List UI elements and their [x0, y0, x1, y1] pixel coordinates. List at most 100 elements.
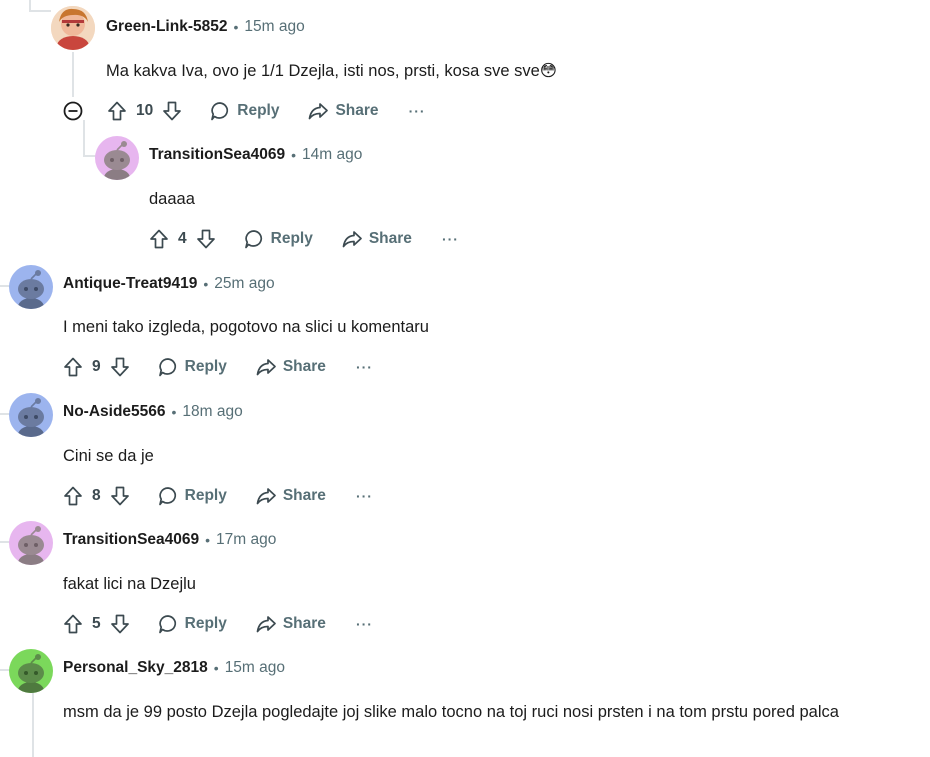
username[interactable]: TransitionSea4069 [63, 531, 199, 549]
comment-meta: Antique-Treat9419 • 25m ago [63, 272, 275, 296]
comment-text: fakat lici na Dzejlu [63, 575, 196, 593]
upvote-icon[interactable] [62, 356, 84, 378]
comment-text: msm da je 99 posto Dzejla pogledajte joj… [63, 703, 839, 721]
share-label: Share [368, 230, 412, 247]
reply-label: Reply [184, 615, 227, 632]
timestamp[interactable]: 15m ago [225, 659, 285, 677]
downvote-icon[interactable] [109, 613, 131, 635]
upvote-icon[interactable] [148, 228, 170, 250]
timestamp[interactable]: 17m ago [216, 531, 276, 549]
reply-button[interactable]: Reply [243, 228, 313, 250]
more-options-button[interactable]: ··· [356, 488, 373, 504]
more-options-button[interactable]: ··· [356, 616, 373, 632]
share-icon [307, 100, 329, 122]
collapse-icon[interactable] [62, 100, 84, 122]
upvote-icon[interactable] [62, 485, 84, 507]
reply-button[interactable]: Reply [157, 356, 227, 378]
upvote-icon[interactable] [106, 100, 128, 122]
timestamp[interactable]: 15m ago [244, 18, 304, 36]
avatar[interactable] [9, 393, 53, 437]
separator-dot: • [233, 19, 239, 35]
username[interactable]: Green-Link-5852 [106, 18, 227, 36]
username[interactable]: TransitionSea4069 [149, 146, 285, 164]
reply-icon [157, 356, 179, 378]
reply-label: Reply [237, 102, 280, 119]
avatar[interactable] [9, 521, 53, 565]
share-button[interactable]: Share [255, 613, 326, 635]
separator-dot: • [291, 147, 297, 163]
upvote-icon[interactable] [62, 613, 84, 635]
share-icon [341, 228, 363, 250]
username[interactable]: Personal_Sky_2818 [63, 659, 208, 677]
vote-count: 9 [92, 358, 101, 375]
separator-dot: • [213, 660, 219, 676]
username[interactable]: Antique-Treat9419 [63, 275, 197, 293]
share-button[interactable]: Share [255, 356, 326, 378]
avatar[interactable] [51, 6, 95, 50]
timestamp[interactable]: 14m ago [302, 146, 362, 164]
reply-icon [157, 613, 179, 635]
comment-meta: TransitionSea4069 • 14m ago [149, 143, 362, 167]
avatar[interactable] [95, 136, 139, 180]
vote-count: 10 [136, 102, 154, 119]
avatar[interactable] [9, 649, 53, 693]
comment-text: Cini se da je [63, 447, 154, 465]
avatar[interactable] [9, 265, 53, 309]
username[interactable]: No-Aside5566 [63, 403, 166, 421]
reply-icon [157, 485, 179, 507]
comment-meta: Green-Link-5852 • 15m ago [106, 15, 305, 39]
vote-count: 8 [92, 487, 101, 504]
more-options-button[interactable]: ··· [356, 359, 373, 375]
comment-meta: TransitionSea4069 • 17m ago [63, 528, 276, 552]
downvote-icon[interactable] [109, 356, 131, 378]
reply-label: Reply [270, 230, 313, 247]
vote-count: 5 [92, 615, 101, 632]
more-options-button[interactable]: ··· [409, 103, 426, 119]
user-avatar-image [51, 6, 95, 50]
reply-button[interactable]: Reply [157, 485, 227, 507]
separator-dot: • [203, 276, 209, 292]
downvote-icon[interactable] [161, 100, 183, 122]
comment-actions: 9 Reply Share ··· [62, 354, 373, 380]
snoo-avatar-icon [95, 136, 139, 180]
snoo-avatar-icon [9, 521, 53, 565]
share-button[interactable]: Share [255, 485, 326, 507]
timestamp[interactable]: 18m ago [182, 403, 242, 421]
share-icon [255, 613, 277, 635]
thread-line [29, 10, 51, 12]
comment-text: I meni tako izgleda, pogotovo na slici u… [63, 318, 429, 336]
reply-label: Reply [184, 358, 227, 375]
downvote-icon[interactable] [195, 228, 217, 250]
downvote-icon[interactable] [109, 485, 131, 507]
share-icon [255, 485, 277, 507]
thread-line [72, 52, 74, 97]
snoo-avatar-icon [9, 649, 53, 693]
separator-dot: • [171, 404, 177, 420]
share-label: Share [282, 358, 326, 375]
comment-actions: 5 Reply Share ··· [62, 611, 373, 637]
comment-actions: 10 Reply Share ··· [62, 98, 426, 124]
timestamp[interactable]: 25m ago [214, 275, 274, 293]
separator-dot: • [205, 532, 211, 548]
share-label: Share [335, 102, 379, 119]
snoo-avatar-icon [9, 393, 53, 437]
comment-actions: 8 Reply Share ··· [62, 483, 373, 509]
vote-count: 4 [178, 230, 187, 247]
more-options-button[interactable]: ··· [442, 231, 459, 247]
share-button[interactable]: Share [341, 228, 412, 250]
reply-icon [209, 100, 231, 122]
reply-button[interactable]: Reply [209, 100, 279, 122]
comment-meta: Personal_Sky_2818 • 15m ago [63, 656, 285, 680]
thread-line [83, 120, 85, 156]
comment-text: daaaa [149, 190, 195, 208]
share-icon [255, 356, 277, 378]
reply-button[interactable]: Reply [157, 613, 227, 635]
snoo-avatar-icon [9, 265, 53, 309]
share-button[interactable]: Share [307, 100, 379, 122]
share-label: Share [282, 487, 326, 504]
comment-thread: Green-Link-5852 • 15m ago Ma kakva Iva, … [0, 0, 930, 757]
thread-line [32, 692, 34, 757]
share-label: Share [282, 615, 326, 632]
comment-actions: 4 Reply Share ··· [148, 226, 459, 252]
reply-icon [243, 228, 265, 250]
